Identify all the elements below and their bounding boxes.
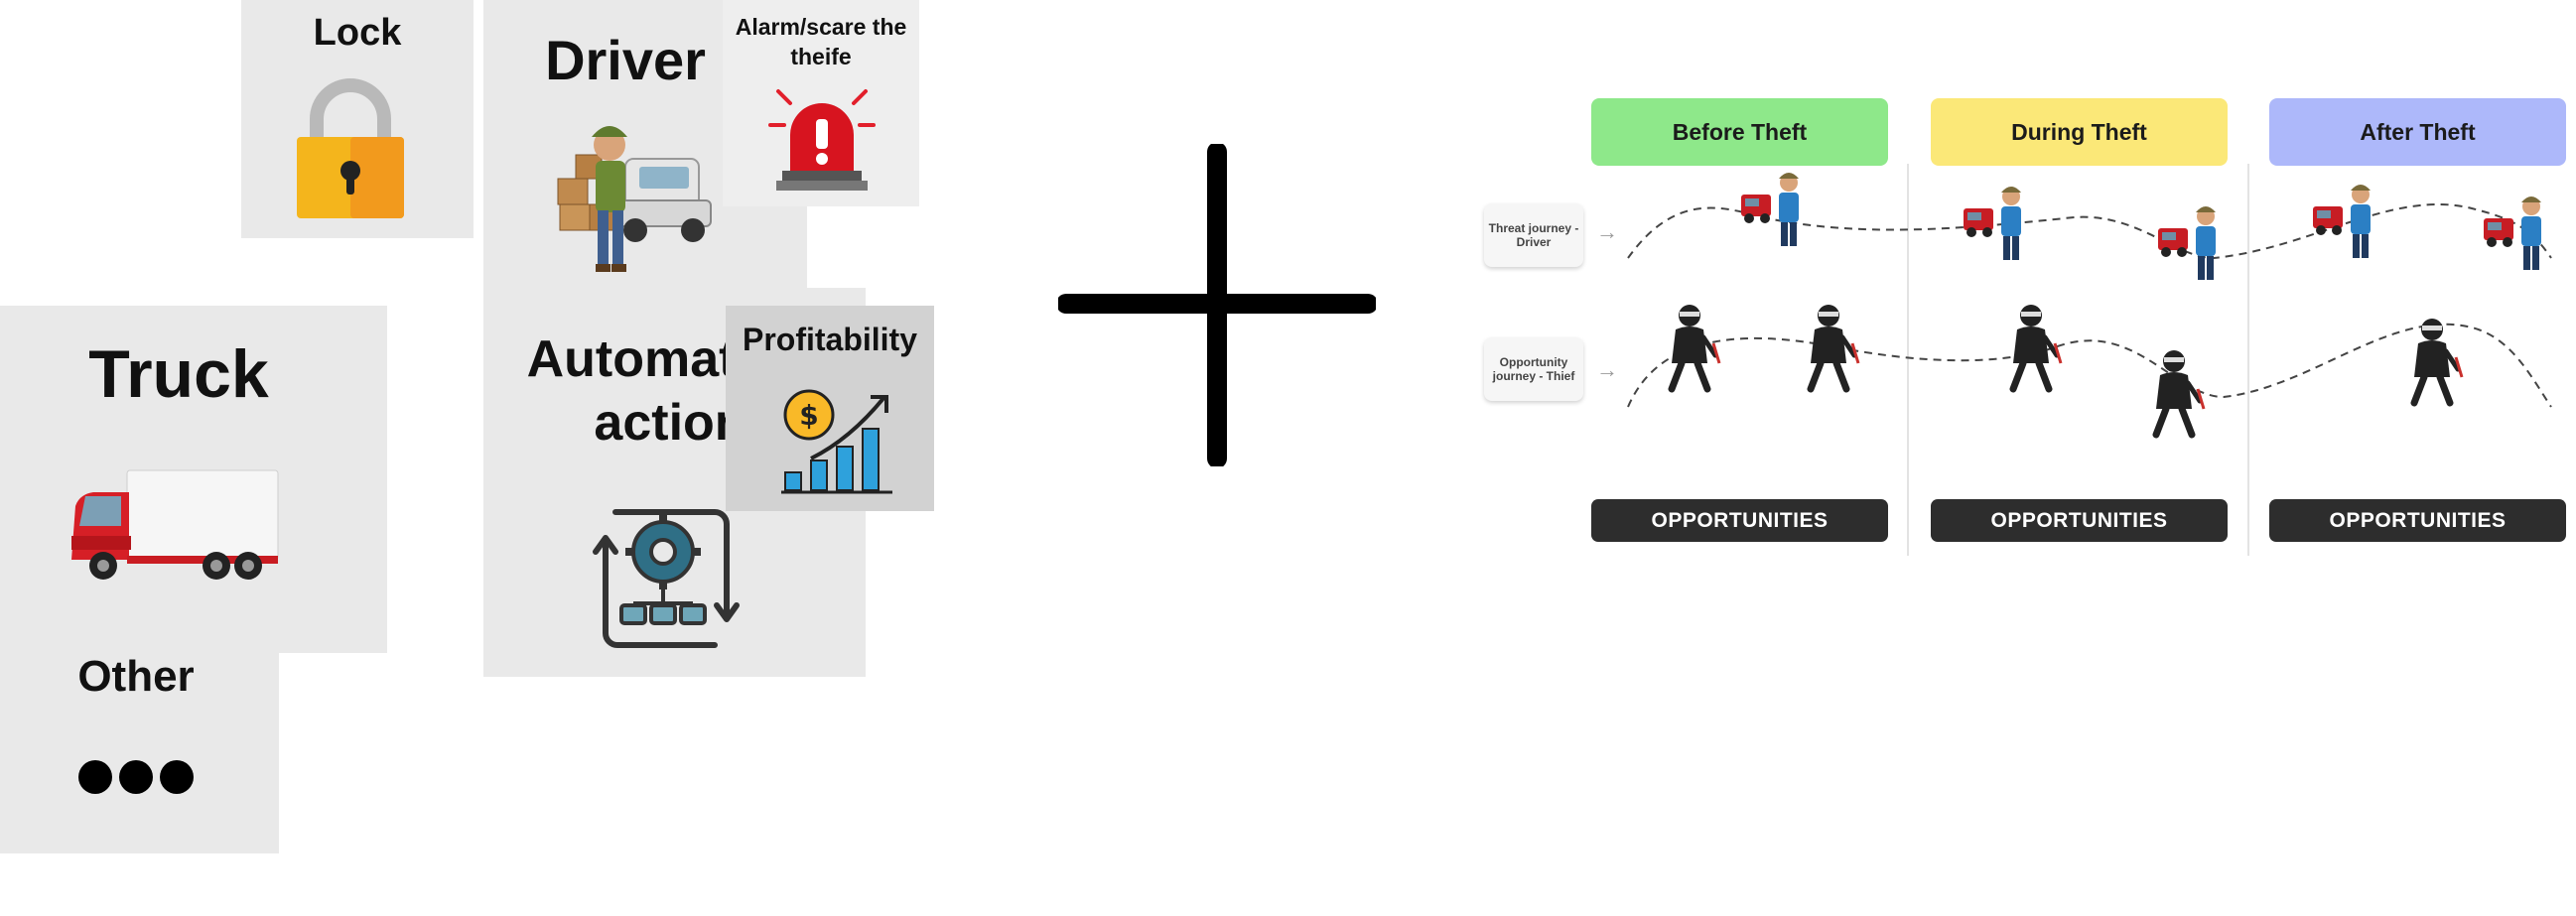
lock-title: Lock	[313, 12, 402, 54]
thief-figure-icon	[2402, 318, 2466, 407]
row-arrow: →	[1596, 357, 1618, 382]
profitability-card: Profitability $	[726, 306, 934, 511]
truck-title: Truck	[88, 336, 269, 412]
row-arrow: →	[1596, 219, 1618, 244]
opportunities-during-theft: OPPORTUNITIES	[1931, 499, 2228, 542]
driver-figure-icon	[2156, 206, 2226, 282]
profit-chart-icon: $	[781, 387, 900, 496]
column-after-theft: After Theft	[2269, 98, 2566, 166]
row-label-threat-journey: Threat journey - Driver	[1484, 203, 1583, 267]
padlock-icon	[293, 75, 408, 220]
other-title: Other	[77, 652, 195, 701]
opportunities-after-theft: OPPORTUNITIES	[2269, 499, 2566, 542]
plus-icon	[1058, 144, 1376, 466]
truck-card: Truck	[0, 306, 387, 653]
thief-figure-icon	[1799, 304, 1862, 393]
thief-figure-icon	[2144, 349, 2208, 439]
thief-figure-icon	[2001, 304, 2065, 393]
svg-text:$: $	[799, 399, 818, 432]
column-before-theft: Before Theft	[1591, 98, 1888, 166]
opportunities-before-theft: OPPORTUNITIES	[1591, 499, 1888, 542]
column-during-theft: During Theft	[1931, 98, 2228, 166]
driver-figure-icon	[2311, 185, 2380, 260]
alarm-siren-icon	[760, 83, 883, 195]
other-card: Other	[0, 650, 279, 853]
thief-figure-icon	[1660, 304, 1723, 393]
profitability-title: Profitability	[742, 322, 917, 357]
red-truck-image	[68, 466, 286, 588]
driver-title: Driver	[545, 29, 706, 91]
alarm-card: Alarm/scare the theife	[723, 0, 919, 206]
driver-figure-icon	[1739, 173, 1809, 248]
lock-card: Lock	[241, 0, 474, 238]
driver-figure-icon	[2482, 196, 2551, 272]
driver-figure-icon	[1962, 187, 2031, 262]
row-label-opportunity-journey: Opportunity journey - Thief	[1484, 337, 1583, 401]
alarm-title: Alarm/scare the theife	[735, 14, 907, 69]
driver-illustration	[556, 111, 720, 280]
automation-gear-icon	[576, 494, 754, 663]
ellipsis-icon	[77, 757, 195, 797]
